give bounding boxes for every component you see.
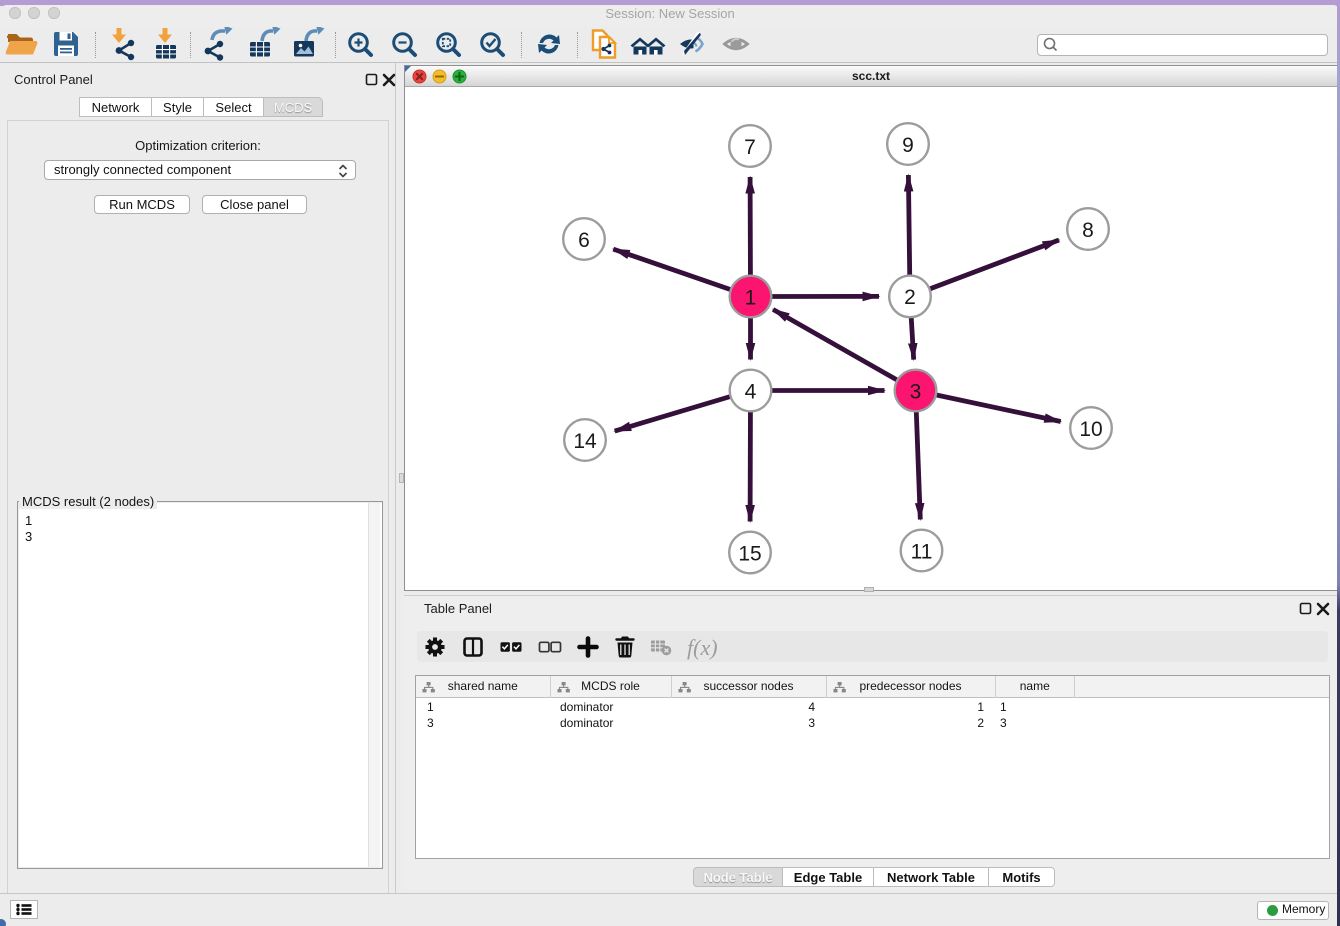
svg-text:3: 3 <box>910 380 922 403</box>
svg-text:10: 10 <box>1079 418 1102 441</box>
svg-text:6: 6 <box>578 229 590 252</box>
svg-text:7: 7 <box>744 136 756 159</box>
svg-text:8: 8 <box>1082 219 1094 242</box>
svg-text:11: 11 <box>911 540 933 563</box>
svg-text:f(x): f(x) <box>687 635 718 660</box>
svg-text:4: 4 <box>745 380 757 403</box>
svg-text:1: 1 <box>745 286 757 309</box>
svg-text:2: 2 <box>904 286 916 309</box>
svg-text:15: 15 <box>738 542 761 565</box>
svg-text:9: 9 <box>902 134 914 157</box>
svg-text:14: 14 <box>573 430 597 453</box>
